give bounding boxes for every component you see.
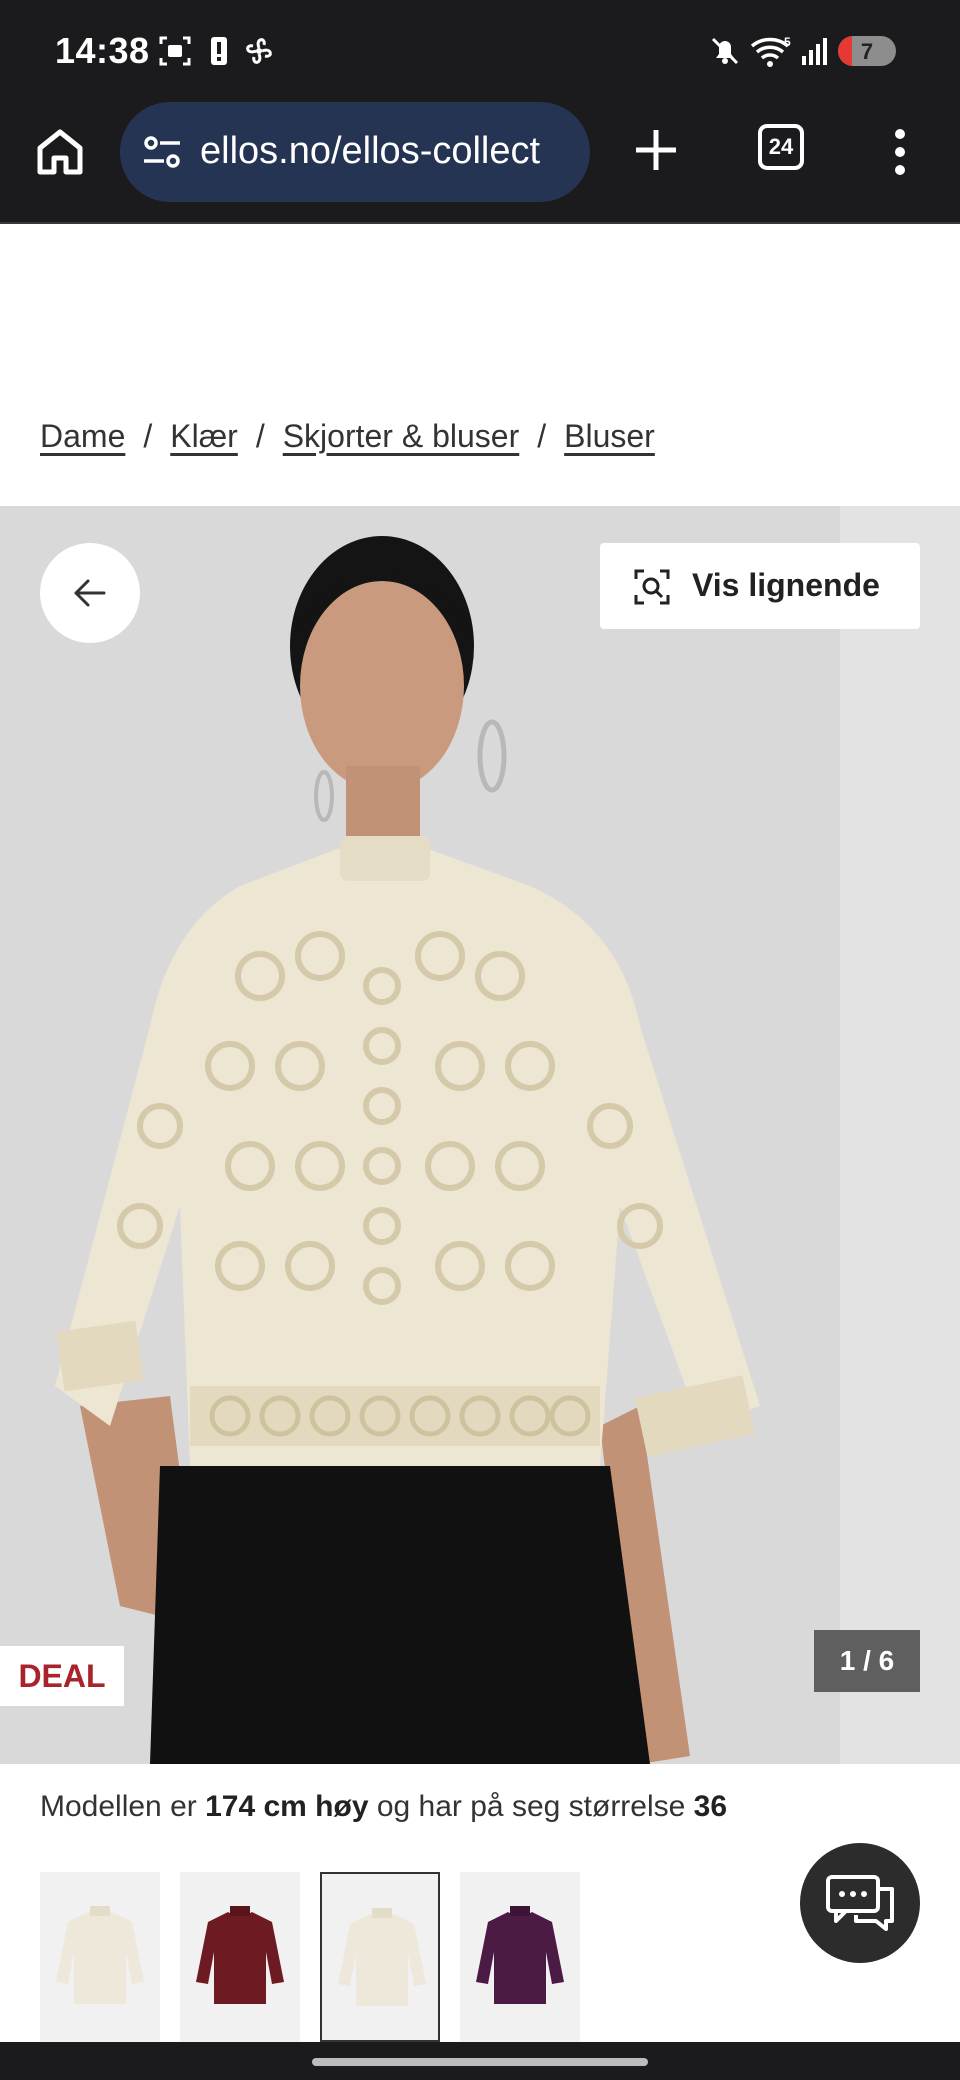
thumbnail-purple-lace-blouse[interactable] <box>460 1872 580 2042</box>
model-info-middle: og har på seg størrelse <box>368 1790 694 1823</box>
breadcrumb-separator: / <box>255 418 265 454</box>
screenshot-icon <box>159 36 191 66</box>
url-text[interactable]: ellos.no/ellos-collect <box>200 130 580 173</box>
more-menu-icon[interactable] <box>890 122 910 182</box>
home-gesture-handle[interactable] <box>312 2058 648 2066</box>
battery-indicator: 7 <box>838 36 896 66</box>
product-photo <box>55 536 760 1764</box>
tab-switcher-button[interactable]: 24 <box>758 124 804 170</box>
system-navigation-bar <box>0 2042 960 2080</box>
arrow-left-icon <box>74 579 106 607</box>
chat-button[interactable] <box>800 1843 920 1963</box>
breadcrumb-separator: / <box>143 418 153 454</box>
new-tab-icon[interactable] <box>628 122 684 178</box>
breadcrumb-separator: / <box>537 418 547 454</box>
product-image-gallery[interactable]: Vis lignende DEAL 1 / 6 <box>0 506 960 1764</box>
model-size: 36 <box>693 1790 728 1823</box>
back-button[interactable] <box>40 543 140 643</box>
model-info-prefix: Modellen er <box>40 1790 206 1823</box>
visual-search-icon <box>634 569 670 605</box>
status-bar: 14:38 5 7 <box>0 0 960 100</box>
model-height: 174 cm høy <box>205 1790 369 1823</box>
thumbnail-cream-lace-blouse[interactable] <box>40 1872 160 2042</box>
mute-icon <box>711 37 739 65</box>
alert-battery-icon <box>211 37 227 65</box>
breadcrumb-link-dame[interactable]: Dame <box>40 418 125 454</box>
image-counter: 1 / 6 <box>814 1630 920 1692</box>
thumbnail-burgundy-lace-blouse[interactable] <box>180 1872 300 2042</box>
show-similar-button[interactable]: Vis lignende <box>600 543 920 629</box>
model-info: Modellen er 174 cm høy og har på seg stø… <box>40 1790 727 1824</box>
thumbnail-cream-lace-blouse-selected[interactable] <box>320 1872 440 2042</box>
breadcrumb-link-klaer[interactable]: Klær <box>170 418 238 454</box>
home-icon[interactable] <box>30 122 90 182</box>
breadcrumb-link-bluser[interactable]: Bluser <box>564 418 655 454</box>
chat-icon <box>826 1875 894 1931</box>
fan-icon <box>246 38 272 64</box>
show-similar-label: Vis lignende <box>692 567 880 603</box>
breadcrumb-link-skjorter-bluser[interactable]: Skjorter & bluser <box>283 418 520 454</box>
url-bar[interactable]: ellos.no/ellos-collect <box>120 102 590 202</box>
battery-level: 7 <box>860 39 874 64</box>
breadcrumb: Dame / Klær / Skjorter & bluser / Bluser <box>40 418 655 455</box>
svg-text:5: 5 <box>784 35 791 49</box>
wifi-icon: 5 <box>750 35 791 67</box>
deal-badge: DEAL <box>0 1646 124 1706</box>
status-time: 14:38 <box>55 30 150 71</box>
browser-toolbar: ellos.no/ellos-collect 24 <box>0 100 960 224</box>
signal-icon <box>802 38 827 65</box>
site-settings-icon[interactable] <box>140 130 184 174</box>
